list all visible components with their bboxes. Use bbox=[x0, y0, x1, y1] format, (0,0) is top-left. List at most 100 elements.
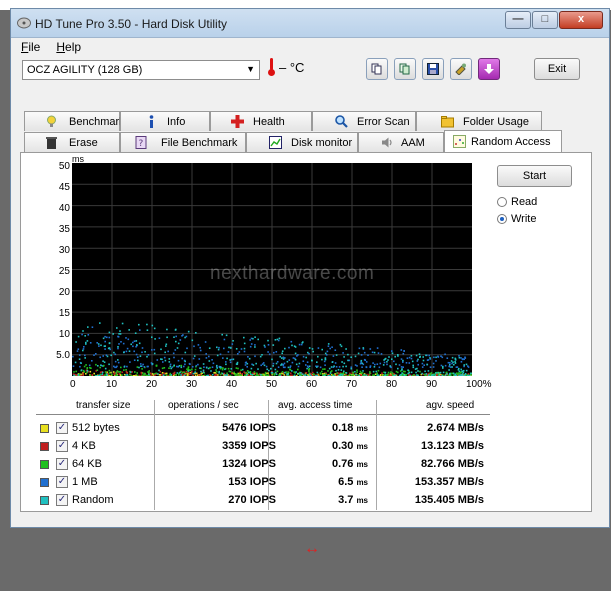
data-point bbox=[238, 374, 240, 376]
data-point bbox=[357, 352, 360, 355]
data-point bbox=[335, 354, 338, 356]
exit-button[interactable]: Exit bbox=[534, 58, 580, 80]
data-point bbox=[139, 355, 142, 357]
data-point bbox=[234, 373, 237, 375]
data-point bbox=[118, 343, 120, 345]
maximize-button[interactable]: □ bbox=[532, 11, 558, 29]
tab-erase[interactable]: Erase bbox=[24, 132, 120, 152]
title-bar[interactable]: HD Tune Pro 3.50 - Hard Disk Utility — □… bbox=[11, 9, 609, 38]
data-point bbox=[225, 334, 228, 337]
data-point bbox=[463, 365, 465, 368]
data-point bbox=[417, 374, 419, 376]
data-point bbox=[211, 366, 214, 368]
series-checkbox[interactable]: ✓ bbox=[56, 458, 68, 470]
data-point bbox=[324, 368, 326, 370]
data-point bbox=[424, 370, 426, 373]
data-point bbox=[254, 355, 256, 358]
data-point bbox=[84, 335, 86, 337]
data-point bbox=[267, 344, 270, 346]
series-checkbox[interactable]: ✓ bbox=[56, 476, 68, 488]
save-button[interactable] bbox=[422, 58, 444, 80]
write-radio[interactable]: Write bbox=[497, 213, 536, 225]
data-point bbox=[179, 371, 181, 374]
data-point bbox=[446, 357, 449, 359]
data-point bbox=[82, 374, 84, 376]
data-point bbox=[300, 372, 302, 374]
data-point bbox=[133, 340, 136, 342]
tab-error-scan[interactable]: Error Scan bbox=[312, 111, 416, 131]
data-point bbox=[426, 363, 428, 366]
x-tick-label: 60 bbox=[306, 379, 318, 390]
data-point bbox=[332, 355, 335, 357]
data-point bbox=[215, 369, 217, 371]
data-point bbox=[246, 366, 248, 368]
data-point bbox=[228, 346, 230, 349]
row-access-unit: ms bbox=[356, 460, 368, 469]
dropdown-arrow-icon[interactable]: ▼ bbox=[246, 64, 255, 74]
tab-disk-monitor[interactable]: Disk monitor bbox=[246, 132, 358, 152]
tab-benchmark[interactable]: Benchmark bbox=[24, 111, 125, 131]
table-row: ✓ 64 KB 1324 IOPS 0.76 ms 82.766 MB/s bbox=[36, 456, 490, 473]
data-point bbox=[144, 351, 146, 353]
options-button[interactable] bbox=[450, 58, 472, 80]
data-point bbox=[327, 370, 329, 372]
data-point bbox=[380, 353, 383, 355]
data-point bbox=[132, 345, 134, 348]
data-point bbox=[141, 375, 143, 376]
data-point bbox=[163, 372, 166, 375]
start-button[interactable]: Start bbox=[497, 165, 572, 187]
data-point bbox=[441, 356, 444, 359]
save-icon bbox=[427, 63, 439, 75]
data-point bbox=[334, 362, 337, 364]
series-checkbox[interactable]: ✓ bbox=[56, 440, 68, 452]
data-point bbox=[263, 344, 266, 347]
data-point bbox=[441, 375, 443, 376]
data-point bbox=[249, 375, 251, 376]
data-point bbox=[89, 366, 91, 369]
tab-health[interactable]: Health bbox=[210, 111, 312, 131]
thermometer-icon bbox=[268, 58, 275, 76]
data-point bbox=[205, 357, 208, 359]
data-point bbox=[157, 373, 159, 375]
data-point bbox=[429, 366, 432, 368]
data-point bbox=[229, 347, 232, 349]
tab-file-benchmark[interactable]: ? File Benchmark bbox=[120, 132, 246, 152]
read-radio-dot[interactable] bbox=[497, 197, 507, 207]
data-point bbox=[166, 336, 168, 339]
data-point bbox=[128, 329, 130, 331]
x-tick-label: 20 bbox=[146, 379, 158, 390]
aam-icon bbox=[382, 137, 392, 148]
data-point bbox=[230, 368, 233, 370]
data-point bbox=[377, 352, 380, 354]
drive-select[interactable]: OCZ AGILITY (128 GB) ▼ bbox=[22, 60, 260, 80]
data-point bbox=[216, 346, 218, 349]
tab-aam[interactable]: AAM bbox=[358, 132, 444, 152]
minimize-button[interactable]: — bbox=[505, 11, 531, 29]
data-point bbox=[146, 323, 148, 326]
series-checkbox[interactable]: ✓ bbox=[56, 422, 68, 434]
data-point bbox=[187, 367, 190, 369]
read-radio[interactable]: Read bbox=[497, 196, 537, 208]
copy-button[interactable] bbox=[366, 58, 388, 80]
series-color-swatch bbox=[40, 424, 49, 433]
data-point bbox=[187, 370, 190, 372]
data-point bbox=[342, 365, 344, 368]
data-point bbox=[78, 358, 81, 360]
tab-folder-usage[interactable]: Folder Usage bbox=[416, 111, 542, 131]
close-button[interactable]: x bbox=[559, 11, 603, 29]
data-point bbox=[291, 361, 294, 364]
menu-file[interactable]: File bbox=[21, 40, 40, 54]
tab-info[interactable]: Info bbox=[120, 111, 210, 131]
data-point bbox=[444, 364, 447, 367]
write-radio-dot[interactable] bbox=[497, 214, 507, 224]
tab-random-access[interactable]: Random Access bbox=[444, 130, 562, 152]
data-point bbox=[120, 341, 122, 343]
data-point bbox=[178, 374, 180, 376]
benchmark-icon bbox=[47, 115, 56, 127]
download-button[interactable] bbox=[478, 58, 500, 80]
data-point bbox=[272, 344, 275, 346]
menu-help[interactable]: Help bbox=[56, 40, 81, 54]
copy-text-button[interactable] bbox=[394, 58, 416, 80]
series-checkbox[interactable]: ✓ bbox=[56, 494, 68, 506]
data-point bbox=[461, 373, 463, 375]
